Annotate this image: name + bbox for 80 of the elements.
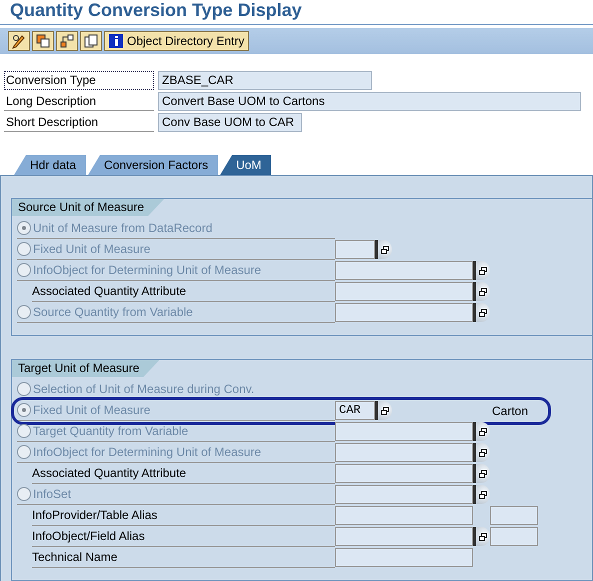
radio-button[interactable] <box>17 487 31 501</box>
input-field[interactable] <box>335 422 473 441</box>
unit-description: Carton <box>492 404 528 418</box>
tab[interactable]: Hdr data <box>14 155 86 175</box>
value-help-button[interactable] <box>473 527 490 546</box>
value-help-button[interactable] <box>473 261 490 280</box>
input-field[interactable] <box>335 303 473 322</box>
input-field[interactable] <box>335 443 473 462</box>
windows-icon <box>479 308 487 316</box>
value-help-button[interactable] <box>473 422 490 441</box>
field-label: InfoObject/Field Alias <box>32 529 145 543</box>
value-help-button[interactable] <box>473 485 490 504</box>
radio-label: Fixed Unit of Measure <box>33 403 150 417</box>
radio-label: InfoSet <box>33 487 72 501</box>
input-field[interactable] <box>335 527 473 546</box>
radio-button[interactable] <box>17 242 31 256</box>
hierarchy-icon <box>59 33 75 49</box>
overlapping-squares-icon <box>35 33 51 49</box>
field-label: Technical Name <box>32 550 118 564</box>
tab[interactable]: UoM <box>220 155 272 175</box>
windows-icon <box>479 266 487 274</box>
input-field[interactable] <box>335 282 473 301</box>
field-label: Associated Quantity Attribute <box>32 466 186 480</box>
page-title: Quantity Conversion Type Display <box>10 0 302 20</box>
radio-button[interactable] <box>17 382 31 396</box>
input-field[interactable] <box>335 464 473 483</box>
windows-icon <box>479 490 487 498</box>
radio-button[interactable] <box>17 305 31 319</box>
value-help-button[interactable] <box>375 240 392 259</box>
windows-icon <box>479 428 487 436</box>
pencil-icon <box>11 33 27 49</box>
value-help-button[interactable] <box>473 443 490 462</box>
radio-label: Fixed Unit of Measure <box>33 242 150 256</box>
windows-icon <box>479 532 487 540</box>
value-help-button[interactable] <box>375 401 392 420</box>
input-field[interactable] <box>335 240 375 259</box>
group-title: Source Unit of Measure <box>12 199 164 216</box>
value-help-button[interactable] <box>473 282 490 301</box>
windows-icon <box>381 246 389 254</box>
windows-icon <box>479 470 487 478</box>
value-help-button[interactable] <box>473 303 490 322</box>
windows-icon <box>479 288 487 296</box>
object-directory-button[interactable]: Object Directory Entry <box>104 31 250 51</box>
copy-icon <box>83 33 99 49</box>
input-field[interactable]: CAR <box>335 401 375 420</box>
radio-label: Unit of Measure from DataRecord <box>33 221 212 235</box>
radio-button[interactable] <box>17 263 31 277</box>
radio-label: InfoObject for Determining Unit of Measure <box>33 263 262 277</box>
input-field[interactable] <box>335 548 473 567</box>
tab[interactable]: Conversion Factors <box>88 155 218 175</box>
toolbar-button[interactable] <box>56 31 78 51</box>
windows-icon <box>381 406 389 414</box>
input-field[interactable] <box>490 506 538 525</box>
field-label: Associated Quantity Attribute <box>32 284 186 298</box>
info-icon <box>109 34 123 48</box>
windows-icon <box>479 448 487 456</box>
field-label: InfoProvider/Table Alias <box>32 508 158 522</box>
radio-button[interactable] <box>17 445 31 459</box>
input-field[interactable] <box>490 527 538 546</box>
radio-label: Source Quantity from Variable <box>33 305 193 319</box>
field-label: Conversion Type <box>4 70 154 90</box>
toolbar-button[interactable] <box>32 31 54 51</box>
text-field[interactable]: ZBASE_CAR <box>158 70 372 90</box>
input-field[interactable] <box>335 261 473 280</box>
field-label: Long Description <box>4 92 154 110</box>
radio-button[interactable] <box>17 403 31 417</box>
radio-button[interactable] <box>17 221 31 235</box>
field-label: Short Description <box>4 112 154 132</box>
radio-button[interactable] <box>17 424 31 438</box>
radio-label: InfoObject for Determining Unit of Measure <box>33 445 262 459</box>
input-field[interactable] <box>335 485 473 504</box>
radio-label: Selection of Unit of Measure during Conv. <box>33 382 254 396</box>
text-field[interactable]: Convert Base UOM to Cartons <box>158 92 581 110</box>
text-field[interactable]: Conv Base UOM to CAR <box>158 112 302 132</box>
value-help-button[interactable] <box>473 464 490 483</box>
radio-label: Target Quantity from Variable <box>33 424 188 438</box>
group-title: Target Unit of Measure <box>12 360 160 377</box>
edit-button[interactable] <box>8 31 30 51</box>
toolbar-button[interactable] <box>80 31 102 51</box>
input-field[interactable] <box>335 506 473 525</box>
